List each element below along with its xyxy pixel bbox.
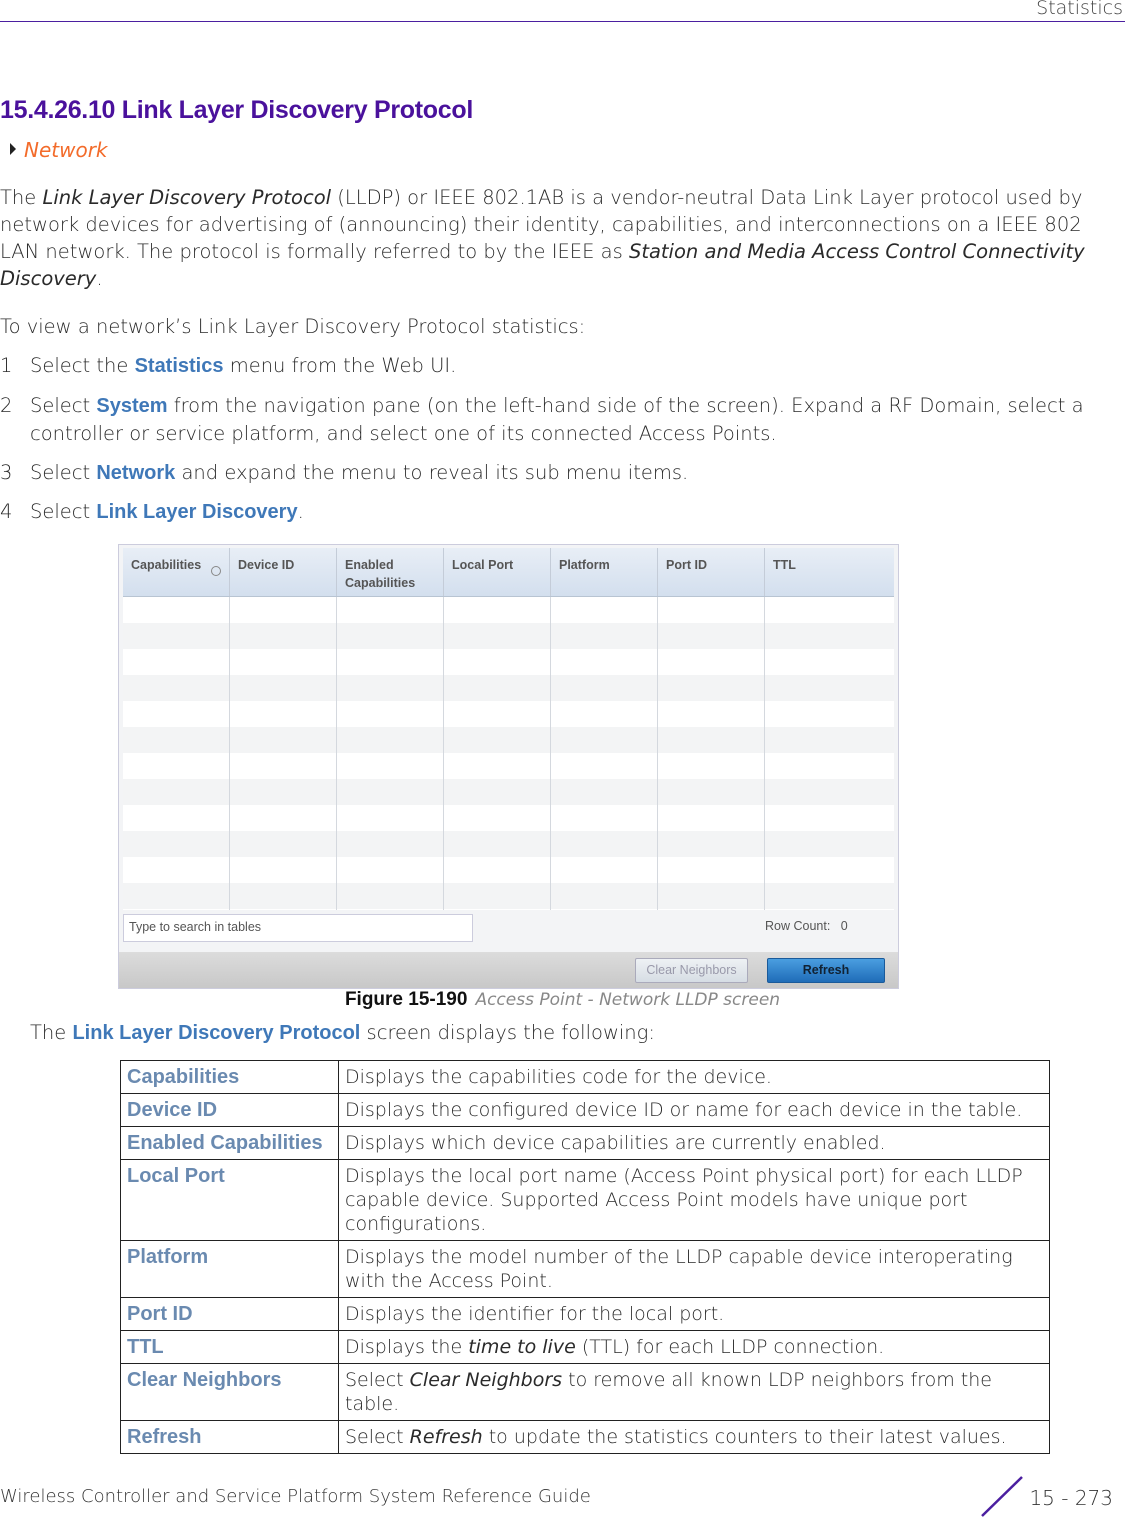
sort-icon[interactable]: [211, 566, 221, 576]
breadcrumb: Network: [10, 138, 108, 162]
column-capabilities[interactable]: Capabilities: [123, 548, 230, 596]
table-row: Platform Displays the model number of the…: [120, 1240, 1050, 1298]
table-row: Port ID Displays the identifier for the l…: [120, 1297, 1050, 1331]
table-row: Clear Neighbors Select Clear Neighbors to…: [120, 1363, 1050, 1421]
figure-caption: Figure 15-190 Access Point - Network LLDP…: [344, 989, 781, 1010]
table-row: Device ID Displays the configured device …: [120, 1093, 1050, 1127]
lldp-table-body: [123, 597, 894, 910]
triangle-right-icon: [10, 143, 16, 155]
intro-paragraph: The Link Layer Discovery Protocol (LLDP)…: [0, 186, 1085, 290]
refresh-button[interactable]: Refresh: [767, 958, 885, 983]
table-search-input[interactable]: Type to search in tables: [123, 914, 473, 942]
button-bar: Clear Neighbors Refresh: [119, 952, 898, 988]
column-enabled-capabilities[interactable]: Enabled Capabilities: [337, 548, 444, 596]
field-description-table: Capabilities Displays the capabilities co…: [120, 1060, 1050, 1454]
page-number: 15 - 273: [1029, 1486, 1113, 1510]
step-4: 4 Select Link Layer Discovery.: [0, 500, 304, 523]
footer-guide-title: Wireless Controller and Service Platform…: [0, 1486, 591, 1507]
lldp-table-header: Capabilities Device ID Enabled Capabilit…: [123, 548, 894, 597]
column-local-port[interactable]: Local Port: [444, 548, 551, 596]
table-intro: The Link Layer Discovery Protocol screen…: [30, 1021, 655, 1044]
table-row: TTL Displays the time to live (TTL) for e…: [120, 1330, 1050, 1364]
table-row: Capabilities Displays the capabilities co…: [120, 1060, 1050, 1094]
table-row: Local Port Displays the local port name (…: [120, 1159, 1050, 1241]
section-title: 15.4.26.10 Link Layer Discovery Protocol: [0, 96, 473, 124]
instruction-intro: To view a network’s Link Layer Discovery…: [0, 315, 586, 338]
column-platform[interactable]: Platform: [551, 548, 658, 596]
header-divider: [0, 21, 1125, 22]
column-device-id[interactable]: Device ID: [230, 548, 337, 596]
row-count: Row Count: 0: [765, 919, 848, 933]
footer-slash-icon: [981, 1476, 1023, 1517]
step-2: 2 Select System from the navigation pane …: [0, 394, 1084, 445]
table-row: Enabled Capabilities Displays which devic…: [120, 1126, 1050, 1160]
column-port-id[interactable]: Port ID: [658, 548, 765, 596]
column-ttl[interactable]: TTL: [765, 548, 894, 596]
step-3: 3 Select Network and expand the menu to r…: [0, 461, 689, 484]
table-row: Refresh Select Refresh to update the stat…: [120, 1420, 1050, 1454]
lldp-screenshot: Capabilities Device ID Enabled Capabilit…: [118, 544, 899, 989]
breadcrumb-link[interactable]: Network: [24, 138, 108, 162]
running-header: Statistics: [1036, 0, 1123, 19]
step-1: 1 Select the Statistics menu from the Web…: [0, 354, 457, 377]
clear-neighbors-button[interactable]: Clear Neighbors: [635, 958, 748, 983]
